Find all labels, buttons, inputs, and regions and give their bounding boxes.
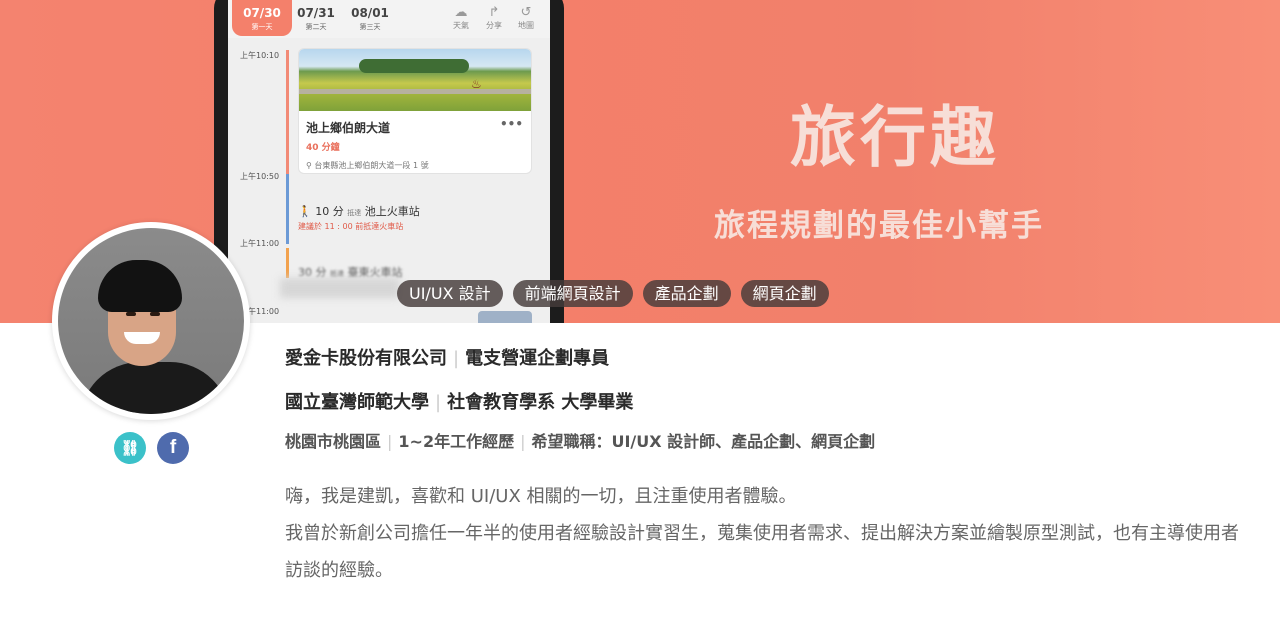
time-label: 上午10:10 [240,51,280,60]
location: 桃園市桃園區 [285,432,382,451]
map-icon: ↺ [520,5,532,20]
transit-note: 建議於 11 : 00 前抵達火車站 [298,222,404,231]
date-tab-date: 08/01 [351,6,389,20]
avatar-hair-shape [98,260,182,312]
bicycle-icon: ♨ [471,77,482,91]
timeline-bar [286,248,289,278]
time-label: 上午11:00 [240,239,280,248]
date-tab-day-2: 07/31 第二天 [286,0,346,36]
skill-tag[interactable]: 前端網頁設計 [512,280,633,307]
trees-shape [359,59,469,73]
date-tab-label: 第二天 [305,23,327,31]
desired-position: 希望職稱：UI/UX 設計師、產品企劃、網頁企劃 [531,432,876,451]
transit-arrive: 抵達 [347,209,362,217]
department: 社會教育學系 大學畢業 [447,392,634,413]
walk-icon: 🚶 [298,205,312,218]
tool-label: 天氣 [453,21,469,30]
time-label: 上午10:50 [240,172,280,181]
date-tab-date: 07/31 [297,6,335,20]
bio: 嗨，我是建凱，喜歡和 UI/UX 相關的一切，且注重使用者體驗。 我曾於新創公司… [285,478,1245,589]
current-job: 愛金卡股份有限公司 | 電支營運企劃專員 [285,344,609,370]
timeline-bar [286,50,289,174]
blurred-content [280,278,400,298]
card-title: 池上鄉伯朗大道 [306,121,391,135]
transit-station: 池上火車站 [364,205,420,218]
separator: | [520,432,526,451]
landscape-photo: ♨ [299,49,531,111]
banner-title: 旅行趣 [790,99,1000,176]
facebook-icon[interactable]: f [157,432,189,464]
weather-icon: ☁ [454,5,468,20]
timeline-bar [286,174,289,244]
avatar-eye-shape [126,312,136,316]
company-name: 愛金卡股份有限公司 [285,348,447,369]
share-icon: ↱ [488,5,500,20]
separator: | [387,432,393,451]
banner-subtitle: 旅程規劃的最佳小幫手 [714,208,1044,244]
next-card-photo [478,311,532,323]
location-pin-icon: ⚲ [306,161,312,170]
education: 國立臺灣師範大學 | 社會教育學系 大學畢業 [285,388,633,414]
date-tab-label: 第一天 [251,23,273,31]
school-name: 國立臺灣師範大學 [285,392,429,413]
date-bar: 07/30 第一天 07/31 第二天 08/01 第三天 ☁ 天氣 ↱ 分享 … [228,0,550,38]
skill-tags: UI/UX 設計 前端網頁設計 產品企劃 網頁企劃 [397,280,829,307]
bio-line: 嗨，我是建凱，喜歡和 UI/UX 相關的一切，且注重使用者體驗。 [285,486,797,507]
date-tab-date: 07/30 [243,6,281,20]
tool-label: 地圖 [518,21,534,30]
bio-line: 我曾於新創公司擔任一年半的使用者經驗設計實習生，蒐集使用者需求、提出解決方案並繪… [285,523,1239,581]
date-tab-day-1: 07/30 第一天 [232,0,292,36]
tool-label: 分享 [486,21,502,30]
avatar [58,228,244,414]
link-icon[interactable]: ⛓ [114,432,146,464]
avatar-eye-shape [150,312,160,316]
card-duration: 40 分鐘 [306,143,340,153]
phone-screen: 07/30 第一天 07/31 第二天 08/01 第三天 ☁ 天氣 ↱ 分享 … [228,0,550,323]
card-address: ⚲ 台東縣池上鄉伯朗大道一段 1 號 [299,153,531,171]
map-tool: ↺ 地圖 [511,5,541,31]
profile-meta: 桃園市桃園區 | 1~2年工作經歷 | 希望職稱：UI/UX 設計師、產品企劃、網頁企劃 [285,428,875,452]
transit-row: 🚶 10 分 抵達 池上火車站 [298,203,420,219]
skill-tag[interactable]: 網頁企劃 [740,280,829,307]
share-tool: ↱ 分享 [479,5,509,31]
itinerary-card: ♨ 池上鄉伯朗大道 ••• 40 分鐘 ⚲ 台東縣池上鄉伯朗大道一段 1 號 [298,48,532,174]
next-arrive: 抵達 [330,270,344,278]
avatar-body-shape [80,362,230,414]
road-shape [299,89,531,94]
date-tab-label: 第三天 [359,23,381,31]
skill-tag[interactable]: UI/UX 設計 [397,280,503,307]
experience: 1~2年工作經歷 [398,432,515,451]
job-title: 電支營運企劃專員 [465,348,610,369]
separator: | [435,392,442,413]
weather-tool: ☁ 天氣 [446,5,476,31]
card-address-text: 台東縣池上鄉伯朗大道一段 1 號 [314,161,429,170]
skill-tag[interactable]: 產品企劃 [642,280,731,307]
transit-minutes: 10 分 [315,205,344,218]
separator: | [453,348,460,369]
more-icon: ••• [499,117,523,131]
date-tab-day-3: 08/01 第三天 [340,0,400,36]
